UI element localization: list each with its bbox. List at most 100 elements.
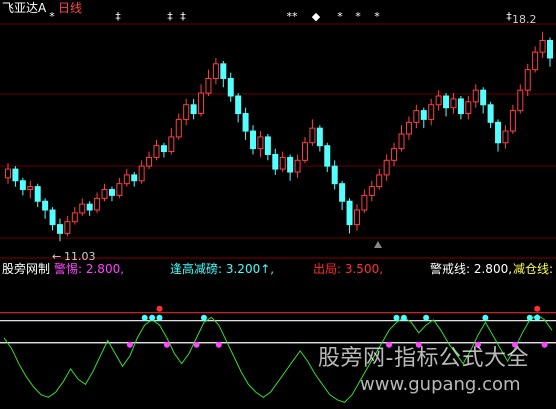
- bottom-triangle-marker: [374, 241, 382, 248]
- cyan-signal-dot: [526, 314, 533, 321]
- candle-body: [361, 194, 368, 211]
- candle-body: [160, 145, 167, 153]
- candle-body: [331, 165, 338, 185]
- signal-marker: *: [337, 10, 343, 23]
- candle-body: [301, 142, 308, 161]
- candle-body: [495, 121, 502, 144]
- candle-body: [368, 186, 375, 196]
- candle-body: [123, 174, 130, 185]
- candle-body: [264, 136, 271, 155]
- candle-body: [34, 186, 41, 202]
- candle-body: [339, 183, 346, 202]
- candle-body: [450, 98, 457, 109]
- legend-jiancangxian: 减仓线:: [513, 262, 554, 276]
- cyan-signal-dot: [393, 314, 400, 321]
- candle-body: [79, 203, 86, 214]
- candle-body: [457, 98, 464, 115]
- indicator-title: 股旁网制: [2, 262, 51, 276]
- magenta-signal-dot: [193, 341, 200, 348]
- candle-body: [235, 95, 242, 115]
- candle-body: [353, 209, 360, 226]
- legend-fenggao: 逢高减磅: 3.200↑,: [170, 262, 275, 276]
- candle-body: [257, 136, 264, 150]
- legend-jingjiexian: 警戒线: 2.800,: [430, 262, 513, 276]
- candle-body: [547, 39, 553, 59]
- candle-body: [227, 77, 234, 97]
- candle-body: [250, 130, 257, 150]
- candle-body: [443, 95, 450, 109]
- candle-body: [138, 165, 145, 182]
- candle-body: [383, 159, 390, 176]
- candle-body: [420, 110, 427, 120]
- cyan-signal-dot: [423, 314, 430, 321]
- candle-body: [472, 89, 479, 103]
- cyan-signal-dot: [200, 314, 207, 321]
- candle-body: [56, 224, 63, 234]
- candle-body: [108, 189, 115, 196]
- candle-body: [376, 174, 383, 188]
- legend-chuju: 出局: 3.500,: [313, 262, 384, 276]
- red-signal-dot: [156, 305, 163, 312]
- candle-body: [220, 63, 227, 79]
- candle-body: [398, 133, 405, 150]
- candle-body: [316, 127, 323, 147]
- candle-body: [242, 113, 249, 132]
- candle-body: [175, 118, 182, 138]
- candle-body: [5, 168, 11, 179]
- legend-jingti: 警惕: 2.800,: [54, 262, 125, 276]
- red-signal-dot: [534, 305, 541, 312]
- chart-window: * ‡ ‡ ‡ ** ◆ * * * ‡ 飞亚达A 日线 18.2 ← 11.03 股旁网制 警惕…: [0, 0, 556, 409]
- signal-marker: ◆: [312, 10, 321, 23]
- candle-body: [86, 203, 93, 211]
- signal-marker: *: [49, 10, 55, 23]
- candle-body: [168, 136, 175, 153]
- period-label: 日线: [58, 1, 83, 15]
- watermark-url: www.gupang.com: [360, 374, 521, 395]
- candle-body: [309, 127, 316, 144]
- candle-body: [324, 145, 331, 167]
- cyan-signal-dot: [141, 314, 148, 321]
- candle-body: [42, 200, 49, 211]
- magenta-signal-dot: [215, 341, 222, 348]
- candle-body: [19, 180, 26, 191]
- cyan-signal-dot: [400, 314, 407, 321]
- magenta-signal-dot: [126, 341, 133, 348]
- candle-body: [294, 159, 301, 173]
- candle-body: [517, 89, 524, 112]
- candle-body: [413, 110, 420, 123]
- candle-body: [205, 77, 212, 94]
- signal-marker: ‡: [115, 10, 121, 23]
- magenta-signal-dot: [541, 341, 548, 348]
- candle-body: [524, 69, 531, 91]
- candle-body: [12, 168, 19, 182]
- candle-body: [64, 221, 71, 234]
- candle-body: [71, 212, 78, 223]
- candle-body: [465, 101, 472, 115]
- candle-body: [131, 174, 138, 182]
- candle-body: [391, 148, 398, 161]
- stock-title: 飞亚达A: [2, 1, 47, 15]
- candle-body: [146, 156, 153, 167]
- cyan-signal-dot: [156, 314, 163, 321]
- candle-body: [279, 156, 286, 170]
- candle-body: [509, 110, 516, 132]
- cyan-signal-dot: [149, 314, 156, 321]
- candle-body: [346, 200, 353, 226]
- candle-body: [532, 51, 539, 71]
- candle-body: [153, 145, 160, 158]
- candle-body: [272, 153, 279, 170]
- candle-body: [487, 104, 494, 123]
- candle-body: [502, 130, 509, 144]
- signal-marker: *: [355, 10, 361, 23]
- candle-body: [116, 183, 123, 196]
- candle-body: [480, 89, 487, 106]
- watermark-title: 股旁网-指标公式大全: [318, 346, 529, 371]
- signal-marker: ‡: [167, 10, 173, 23]
- candle-body: [27, 186, 34, 191]
- candle-body: [94, 197, 101, 211]
- candle-body: [287, 156, 294, 173]
- cyan-signal-dot: [482, 314, 489, 321]
- candle-body: [212, 63, 219, 79]
- candle-body: [198, 92, 205, 115]
- signal-marker: *: [374, 10, 380, 23]
